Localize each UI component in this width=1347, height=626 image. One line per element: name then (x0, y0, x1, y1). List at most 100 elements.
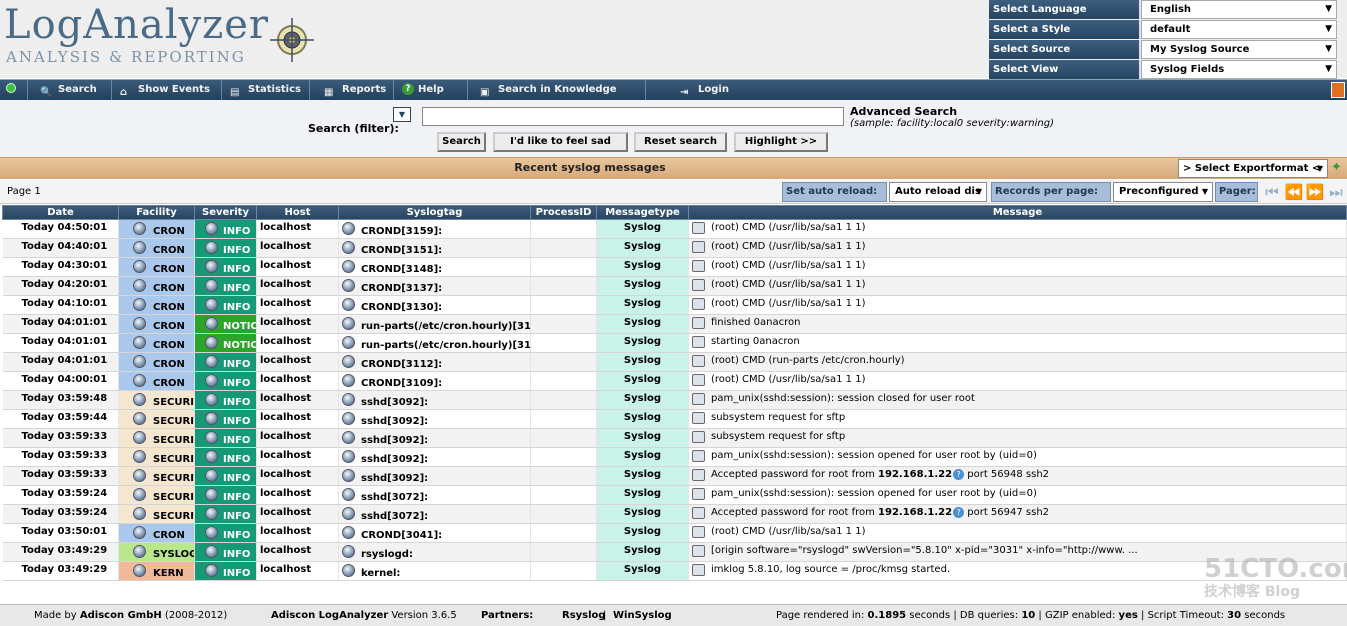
table-row[interactable]: Today 03:49:29 KERN INFO localhost kernel: Sy… (2, 561, 1347, 581)
cell-message[interactable]: (root) CMD (/usr/lib/sa/sa1 1 1) (688, 238, 1347, 258)
message-ip-link[interactable]: 192.168.1.22 (878, 469, 952, 480)
message-details-icon[interactable] (692, 317, 705, 329)
cell-messagetype[interactable]: Syslog (596, 485, 689, 505)
cell-messagetype[interactable]: Syslog (596, 523, 689, 543)
cell-message[interactable]: (root) CMD (/usr/lib/sa/sa1 1 1) (688, 295, 1347, 315)
cell-severity[interactable]: INFO (194, 390, 257, 410)
previous-page-icon[interactable]: ⏪ (1284, 182, 1304, 202)
message-details-icon[interactable] (692, 298, 705, 310)
cell-severity[interactable]: INFO (194, 409, 257, 429)
cell-message[interactable]: (root) CMD (/usr/lib/sa/sa1 1 1) (688, 276, 1347, 296)
message-details-icon[interactable] (692, 526, 705, 538)
cell-date[interactable]: Today 03:59:33 (2, 428, 119, 448)
message-details-icon[interactable] (692, 431, 705, 443)
column-header-syslogtag[interactable]: Syslogtag (338, 205, 531, 220)
cell-syslogtag[interactable]: sshd[3092]: (338, 447, 531, 467)
cell-processid[interactable] (530, 504, 597, 524)
cell-processid[interactable] (530, 561, 597, 581)
cell-processid[interactable] (530, 485, 597, 505)
cell-messagetype[interactable]: Syslog (596, 352, 689, 372)
cell-messagetype[interactable]: Syslog (596, 219, 689, 239)
cell-severity[interactable]: INFO (194, 466, 257, 486)
table-row[interactable]: Today 03:59:33 SECURITY INFO localhost sshd[… (2, 466, 1347, 486)
cell-date[interactable]: Today 04:20:01 (2, 276, 119, 296)
message-ip-link[interactable]: 192.168.1.22 (878, 507, 952, 518)
table-row[interactable]: Today 03:59:33 SECURITY INFO localhost sshd[… (2, 428, 1347, 448)
cell-message[interactable]: pam_unix(sshd:session): session opened f… (688, 447, 1347, 467)
cell-messagetype[interactable]: Syslog (596, 561, 689, 581)
column-header-message[interactable]: Message (688, 205, 1347, 220)
cell-syslogtag[interactable]: sshd[3092]: (338, 466, 531, 486)
cell-messagetype[interactable]: Syslog (596, 257, 689, 277)
column-header-facility[interactable]: Facility (118, 205, 195, 220)
cell-host[interactable]: localhost (256, 485, 339, 505)
message-text[interactable]: (root) CMD (/usr/lib/sa/sa1 1 1) (711, 374, 865, 385)
message-text[interactable]: imklog 5.8.10, log source = /proc/kmsg s… (711, 564, 950, 575)
message-details-icon[interactable] (692, 564, 705, 576)
cell-message[interactable]: subsystem request for sftp (688, 428, 1347, 448)
cell-syslogtag[interactable]: CROND[3137]: (338, 276, 531, 296)
cell-severity[interactable]: NOTICE (194, 333, 257, 353)
footer-product-link[interactable]: Adiscon LogAnalyzer (271, 610, 388, 621)
cell-message[interactable]: subsystem request for sftp (688, 409, 1347, 429)
cell-syslogtag[interactable]: sshd[3092]: (338, 409, 531, 429)
cell-host[interactable]: localhost (256, 238, 339, 258)
table-row[interactable]: Today 03:59:24 SECURITY INFO localhost sshd[… (2, 504, 1347, 524)
footer-company-link[interactable]: Adiscon GmbH (80, 610, 162, 621)
table-row[interactable]: Today 04:50:01 CRON INFO localhost CROND[315… (2, 219, 1347, 239)
cell-syslogtag[interactable]: sshd[3072]: (338, 504, 531, 524)
next-page-icon[interactable]: ⏩ (1305, 182, 1325, 202)
cell-severity[interactable]: INFO (194, 371, 257, 391)
cell-messagetype[interactable]: Syslog (596, 314, 689, 334)
message-details-icon[interactable] (692, 260, 705, 272)
cell-syslogtag[interactable]: CROND[3148]: (338, 257, 531, 277)
cell-host[interactable]: localhost (256, 409, 339, 429)
message-text[interactable]: (root) CMD (/usr/lib/sa/sa1 1 1) (711, 526, 865, 537)
cell-syslogtag[interactable]: CROND[3151]: (338, 238, 531, 258)
cell-processid[interactable] (530, 447, 597, 467)
cell-processid[interactable] (530, 390, 597, 410)
cell-severity[interactable]: INFO (194, 542, 257, 562)
search-input[interactable] (422, 107, 844, 126)
last-page-icon[interactable]: ⏭ (1326, 182, 1346, 202)
cell-processid[interactable] (530, 333, 597, 353)
highlight-button[interactable]: Highlight >> (734, 132, 828, 152)
feel-sad-button[interactable]: I'd like to feel sad (493, 132, 628, 152)
cell-date[interactable]: Today 04:30:01 (2, 257, 119, 277)
cell-facility[interactable]: CRON (118, 219, 195, 239)
cell-facility[interactable]: CRON (118, 333, 195, 353)
cell-host[interactable]: localhost (256, 428, 339, 448)
export-format-select[interactable]: > Select Exportformat < ▼ (1178, 159, 1328, 178)
message-text[interactable]: (root) CMD (/usr/lib/sa/sa1 1 1) (711, 279, 865, 290)
cell-severity[interactable]: INFO (194, 428, 257, 448)
cell-facility[interactable]: SECURITY (118, 485, 195, 505)
message-text[interactable]: pam_unix(sshd:session): session opened f… (711, 450, 1037, 461)
cell-message[interactable]: pam_unix(sshd:session): session closed f… (688, 390, 1347, 410)
cell-messagetype[interactable]: Syslog (596, 295, 689, 315)
cell-severity[interactable]: INFO (194, 257, 257, 277)
cell-messagetype[interactable]: Syslog (596, 504, 689, 524)
cell-processid[interactable] (530, 466, 597, 486)
cell-host[interactable]: localhost (256, 447, 339, 467)
reset-search-button[interactable]: Reset search (634, 132, 727, 152)
cell-host[interactable]: localhost (256, 523, 339, 543)
cell-processid[interactable] (530, 542, 597, 562)
table-row[interactable]: Today 04:40:01 CRON INFO localhost CROND[315… (2, 238, 1347, 258)
cell-messagetype[interactable]: Syslog (596, 371, 689, 391)
cell-processid[interactable] (530, 523, 597, 543)
message-details-icon[interactable] (692, 222, 705, 234)
message-text[interactable]: (root) CMD (run-parts /etc/cron.hourly) (711, 355, 905, 366)
cell-date[interactable]: Today 03:59:44 (2, 409, 119, 429)
table-row[interactable]: Today 04:01:01 CRON NOTICElocalhost run-par… (2, 314, 1347, 334)
message-text[interactable]: starting 0anacron (711, 336, 800, 347)
cell-syslogtag[interactable]: run-parts(/etc/cron.hourly)[31... (338, 333, 531, 353)
message-details-icon[interactable] (692, 488, 705, 500)
column-header-messagetype[interactable]: Messagetype (596, 205, 689, 220)
message-text[interactable]: (root) CMD (/usr/lib/sa/sa1 1 1) (711, 222, 865, 233)
search-options-toggle[interactable]: ▼ (393, 107, 411, 122)
cell-severity[interactable]: INFO (194, 523, 257, 543)
cell-syslogtag[interactable]: rsyslogd: (338, 542, 531, 562)
cell-processid[interactable] (530, 257, 597, 277)
table-row[interactable]: Today 03:59:44 SECURITY INFO localhost sshd[… (2, 409, 1347, 429)
table-row[interactable]: Today 04:20:01 CRON INFO localhost CROND[313… (2, 276, 1347, 296)
